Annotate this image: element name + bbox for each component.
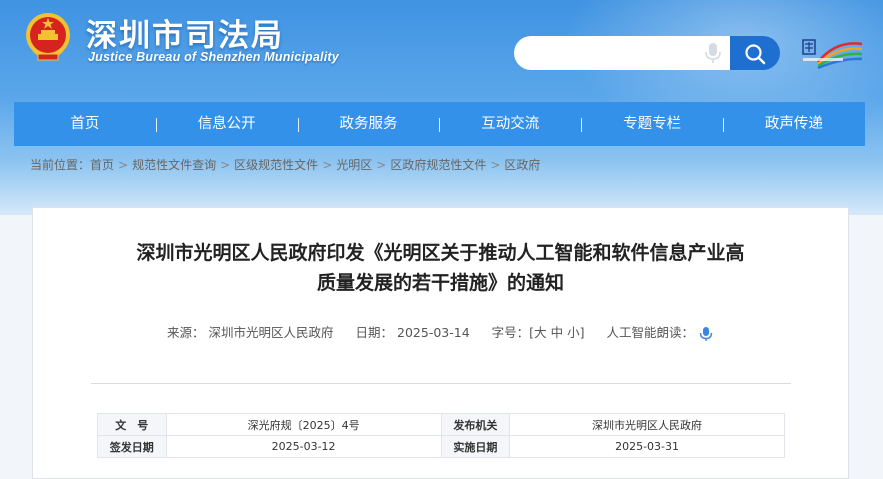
ai-read-label: 人工智能朗读： <box>606 325 694 340</box>
breadcrumb: 当前位置：首页 > 规范性文件查询 > 区级规范性文件 > 光明区 > 区政府规范性文件 > 区政府 <box>30 156 540 173</box>
national-emblem-icon[interactable] <box>24 10 72 64</box>
breadcrumb-link-guangming[interactable]: 光明区 <box>336 158 372 172</box>
date-value: 2025-03-14 <box>397 325 470 340</box>
sign-date-value: 2025-03-12 <box>165 435 442 458</box>
doc-number-value: 深光府规〔2025〕4号 <box>165 413 442 436</box>
effective-date-value: 2025-03-31 <box>509 435 785 458</box>
article-title-line-1: 深圳市光明区人民政府印发《光明区关于推动人工智能和软件信息产业高 <box>136 242 745 264</box>
nav-item-gov-services[interactable]: 政务服务 <box>298 102 440 146</box>
breadcrumb-prefix: 当前位置： <box>30 158 91 172</box>
breadcrumb-link-district-gov-docs[interactable]: 区政府规范性文件 <box>390 158 486 172</box>
article-meta: 来源： 深圳市光明区人民政府 日期： 2025-03-14 字号：[大 中 小]… <box>33 322 848 342</box>
doc-number-label: 文 号 <box>97 413 167 436</box>
sign-date-label: 签发日期 <box>97 435 167 458</box>
breadcrumb-separator: > <box>376 158 387 172</box>
table-row: 签发日期 2025-03-12 实施日期 2025-03-31 <box>97 435 785 458</box>
effective-date-label: 实施日期 <box>440 435 511 458</box>
main-nav: 首页 信息公开 政务服务 互动交流 专题专栏 政声传递 <box>14 102 865 146</box>
shenzhen-pride-logo[interactable] <box>800 36 866 72</box>
nav-item-info-disclosure[interactable]: 信息公开 <box>156 102 298 146</box>
breadcrumb-separator: > <box>220 158 231 172</box>
breadcrumb-separator: > <box>322 158 333 172</box>
font-size-medium-button[interactable]: 中 <box>551 325 564 340</box>
breadcrumb-separator: > <box>490 158 501 172</box>
search-icon <box>745 44 766 65</box>
source-value: 深圳市光明区人民政府 <box>208 325 334 340</box>
article-title: 深圳市光明区人民政府印发《光明区关于推动人工智能和软件信息产业高 质量发展的若干… <box>73 238 808 298</box>
issuer-value: 深圳市光明区人民政府 <box>509 413 785 436</box>
article-panel: 深圳市光明区人民政府印发《光明区关于推动人工智能和软件信息产业高 质量发展的若干… <box>32 207 849 479</box>
article-title-line-2: 质量发展的若干措施》的通知 <box>316 272 564 294</box>
font-size-large-button[interactable]: 大 <box>534 325 547 340</box>
meta-divider <box>91 383 791 384</box>
breadcrumb-link-home[interactable]: 首页 <box>90 158 114 172</box>
nav-item-home[interactable]: 首页 <box>14 102 156 146</box>
font-size-small-button[interactable]: 小 <box>567 325 580 340</box>
site-name-english[interactable]: Justice Bureau of Shenzhen Municipality <box>88 50 339 64</box>
table-row: 文 号 深光府规〔2025〕4号 发布机关 深圳市光明区人民政府 <box>97 413 785 436</box>
speaker-icon[interactable] <box>698 326 714 342</box>
site-name[interactable]: 深圳市司法局 <box>86 10 284 55</box>
font-size-label: 字号： <box>491 325 530 340</box>
nav-item-interaction[interactable]: 互动交流 <box>439 102 581 146</box>
date-label: 日期： <box>355 325 394 340</box>
nav-item-special-topics[interactable]: 专题专栏 <box>581 102 723 146</box>
breadcrumb-link-district-docs[interactable]: 区级规范性文件 <box>234 158 318 172</box>
issuer-label: 发布机关 <box>440 413 511 436</box>
breadcrumb-link-district-gov[interactable]: 区政府 <box>504 158 540 172</box>
font-size-bracket-close: ] <box>579 325 585 340</box>
breadcrumb-separator: > <box>118 158 129 172</box>
document-info-table: 文 号 深光府规〔2025〕4号 发布机关 深圳市光明区人民政府 签发日期 20… <box>97 413 785 458</box>
breadcrumb-link-doc-query[interactable]: 规范性文件查询 <box>132 158 216 172</box>
search-button[interactable] <box>730 36 780 70</box>
mic-icon[interactable] <box>703 42 723 64</box>
search-input[interactable] <box>528 42 692 66</box>
nav-item-gov-voice[interactable]: 政声传递 <box>723 102 865 146</box>
source-label: 来源： <box>167 325 205 340</box>
